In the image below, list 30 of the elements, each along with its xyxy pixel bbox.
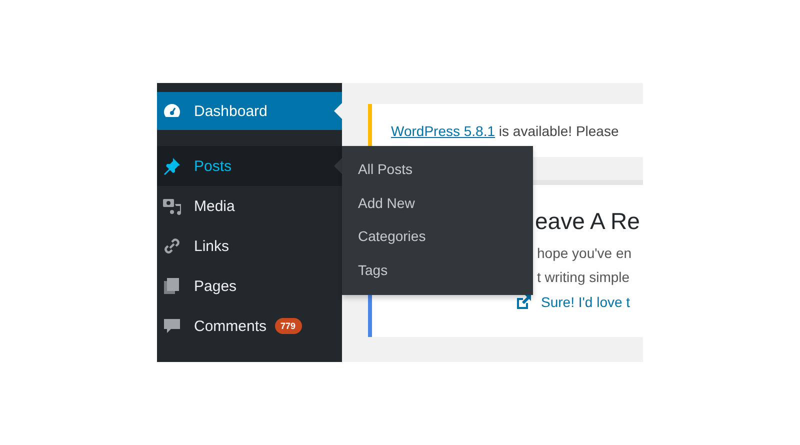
menu-label: Comments [194, 318, 267, 334]
count-badge: 779 [274, 318, 302, 334]
menu-label: Links [194, 238, 230, 254]
menu-label: Posts [194, 158, 232, 174]
menu-item[interactable]: Pages [157, 266, 342, 306]
card-text: t writing simple [537, 268, 631, 287]
update-link[interactable]: WordPress 5.8.1 [391, 122, 496, 138]
menu-item[interactable]: Media [157, 186, 342, 226]
external-link-icon [515, 293, 533, 311]
menu-item[interactable]: Dashboard [157, 92, 342, 130]
menu-label: Media [194, 198, 235, 214]
menu-item[interactable]: Posts [157, 146, 342, 186]
submenu-item[interactable]: Add New [358, 194, 415, 227]
comment-icon [162, 316, 182, 336]
link-icon [162, 236, 182, 256]
pushpin-icon [162, 156, 182, 176]
pages-icon [162, 276, 182, 296]
card-text: hope you've en [537, 244, 633, 263]
review-link[interactable]: Sure! I'd love t [515, 293, 643, 311]
camera-music-icon [162, 196, 182, 216]
notice-text: is available! Please [498, 122, 619, 138]
menu-item[interactable]: Comments 779 [157, 306, 342, 346]
menu-label: Pages [194, 278, 237, 294]
submenu-item[interactable]: Categories [358, 227, 426, 260]
submenu-item[interactable]: Tags [358, 260, 388, 294]
submenu-item[interactable]: All Posts [358, 160, 412, 194]
card-heading: eave A Re [535, 208, 641, 235]
menu-item[interactable]: Links [157, 226, 342, 266]
current-arrow [334, 103, 342, 119]
menu-label: Dashboard [194, 102, 268, 120]
